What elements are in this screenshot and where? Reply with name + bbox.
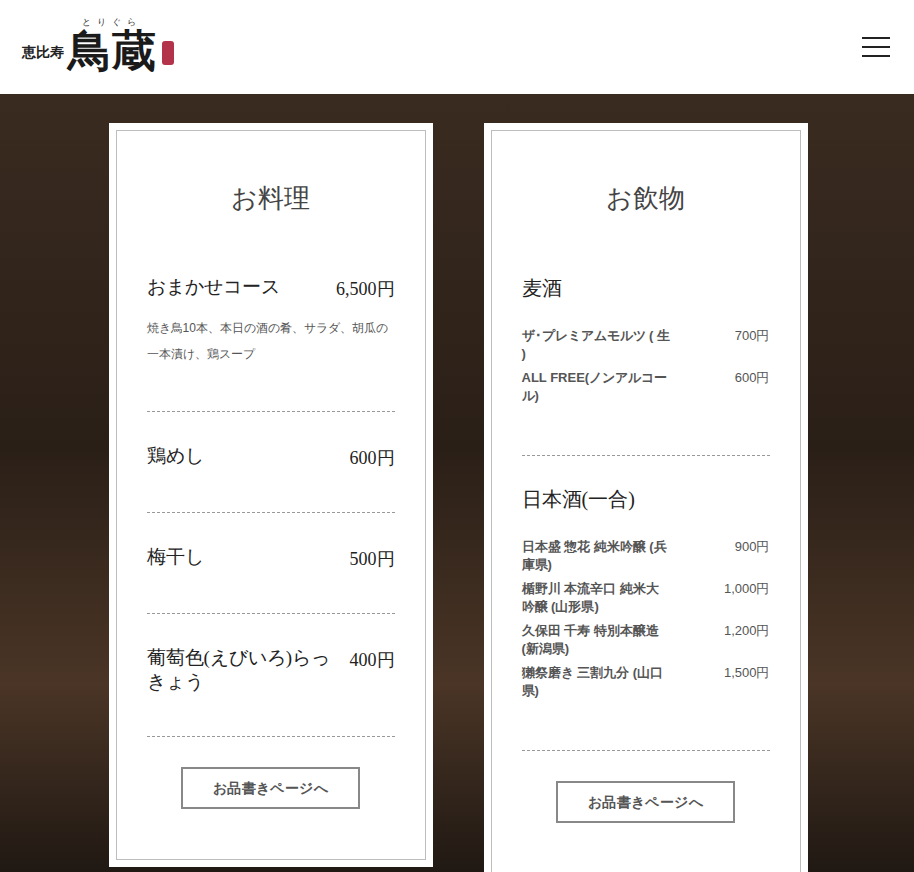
food-price: 500円 <box>350 547 395 571</box>
drink-price: 600円 <box>724 369 770 387</box>
logo-area: 恵比寿 <box>22 42 64 63</box>
drink-name: 日本盛 惣花 純米吟醸 (兵庫県) <box>522 538 672 574</box>
menu-page-button[interactable]: お品書きページへ <box>556 781 735 823</box>
drinks-list: 麦酒ザ･プレミアムモルツ ( 生 ) 700円 ALL FREE(ノンアルコール) 6… <box>522 275 770 751</box>
drink-item: 獺祭磨き 三割九分 (山口県) 1,500円 <box>522 664 770 700</box>
background-photo: お料理おまかせコース 6,500円焼き鳥10本、本日の酒の肴、サラダ、胡瓜の一本漬… <box>0 94 914 872</box>
card-title: お飲物 <box>522 179 770 219</box>
food-card: お料理おまかせコース 6,500円焼き鳥10本、本日の酒の肴、サラダ、胡瓜の一本漬… <box>109 123 433 867</box>
food-name: 葡萄色(えびいろ)らっきょう <box>147 646 342 694</box>
drink-item: 日本盛 惣花 純米吟醸 (兵庫県) 900円 <box>522 538 770 574</box>
food-list: おまかせコース 6,500円焼き鳥10本、本日の酒の肴、サラダ、胡瓜の一本漬け、鶏… <box>147 275 395 737</box>
drink-name: 獺祭磨き 三割九分 (山口県) <box>522 664 672 700</box>
drink-name: 楯野川 本流辛口 純米大吟醸 (山形県) <box>522 580 672 616</box>
drink-item: 楯野川 本流辛口 純米大吟醸 (山形県) 1,000円 <box>522 580 770 616</box>
drink-item: 久保田 千寿 特別本醸造 (新潟県) 1,200円 <box>522 622 770 658</box>
food-item: おまかせコース 6,500円焼き鳥10本、本日の酒の肴、サラダ、胡瓜の一本漬け、鶏… <box>147 275 395 412</box>
page: 恵比寿 とりぐら鳥蔵お料理おまかせコース 6,500円焼き鳥10本、本日の酒の肴、サ… <box>0 0 914 872</box>
food-name: 梅干し <box>147 545 204 569</box>
drink-section: 日本酒(一合) 日本盛 惣花 純米吟醸 (兵庫県) 900円楯野川 本流辛口 純米大… <box>522 456 770 751</box>
food-name: おまかせコース <box>147 275 280 299</box>
drink-price: 1,200円 <box>724 622 770 640</box>
drink-name: ALL FREE(ノンアルコール) <box>522 369 672 405</box>
drink-section-heading: 日本酒(一合) <box>522 486 770 512</box>
food-price: 6,500円 <box>336 277 395 301</box>
drink-item: ザ･プレミアムモルツ ( 生 ) 700円 <box>522 327 770 363</box>
drink-name: 久保田 千寿 特別本醸造 (新潟県) <box>522 622 672 658</box>
drink-section: 麦酒ザ･プレミアムモルツ ( 生 ) 700円 ALL FREE(ノンアルコール) 6… <box>522 275 770 456</box>
food-description: 焼き鳥10本、本日の酒の肴、サラダ、胡瓜の一本漬け、鶏スープ <box>147 315 395 367</box>
drink-price: 900円 <box>724 538 770 556</box>
drink-name: ザ･プレミアムモルツ ( 生 ) <box>522 327 672 363</box>
drink-section-heading: 麦酒 <box>522 275 770 301</box>
drink-item: ALL FREE(ノンアルコール) 600円 <box>522 369 770 405</box>
logo[interactable]: 恵比寿 とりぐら鳥蔵 <box>22 17 174 77</box>
logo-name: 鳥蔵 <box>68 27 156 77</box>
food-price: 400円 <box>350 648 395 672</box>
drink-price: 1,000円 <box>724 580 770 598</box>
food-name: 鶏めし <box>147 444 204 468</box>
menu-page-button[interactable]: お品書きページへ <box>181 767 360 809</box>
card-title: お料理 <box>147 179 395 219</box>
hamburger-menu-icon[interactable] <box>862 37 892 57</box>
logo-seal-icon <box>162 41 174 65</box>
logo-ruby: とりぐら <box>82 17 142 27</box>
food-item: 葡萄色(えびいろ)らっきょう 400円 <box>147 614 395 737</box>
food-item: 梅干し 500円 <box>147 513 395 614</box>
site-header: 恵比寿 とりぐら鳥蔵 <box>0 0 914 94</box>
food-price: 600円 <box>350 446 395 470</box>
drink-price: 700円 <box>724 327 770 345</box>
drinks-card: お飲物麦酒ザ･プレミアムモルツ ( 生 ) 700円 ALL FREE(ノンアルコー… <box>484 123 808 872</box>
drink-price: 1,500円 <box>724 664 770 682</box>
food-item: 鶏めし 600円 <box>147 412 395 513</box>
